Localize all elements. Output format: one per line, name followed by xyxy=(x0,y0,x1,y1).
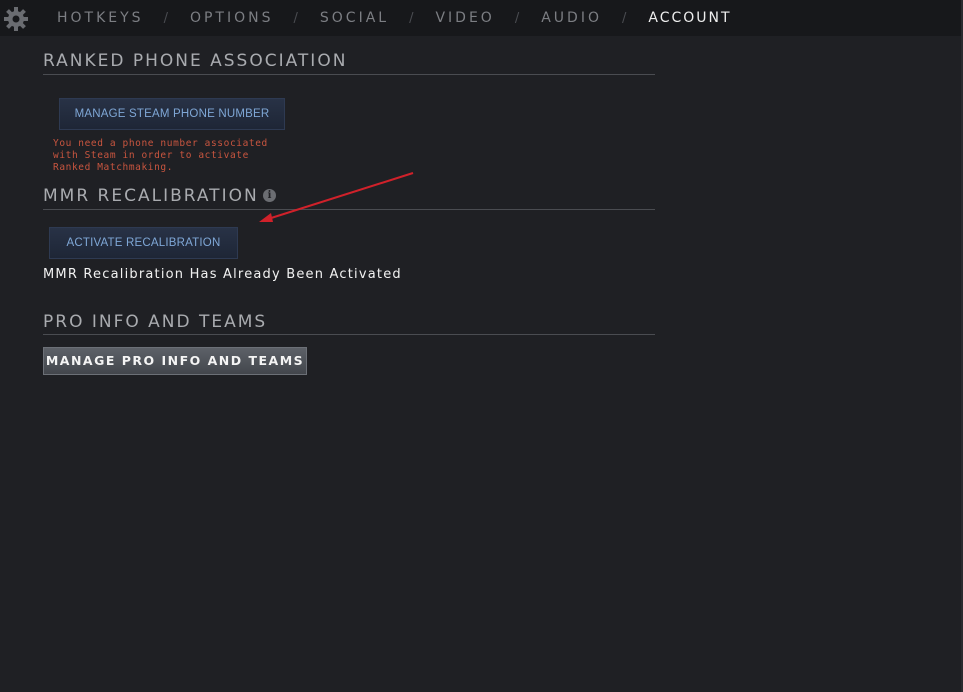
section-title-pro-info: PRO INFO AND TEAMS xyxy=(43,312,268,332)
tab-hotkeys[interactable]: HOTKEYS xyxy=(57,10,144,26)
settings-tab-bar: HOTKEYS / OPTIONS / SOCIAL / VIDEO / AUD… xyxy=(0,0,963,36)
tab-separator: / xyxy=(293,10,298,26)
tab-separator: / xyxy=(621,10,627,26)
tab-separator: / xyxy=(409,10,414,26)
warning-line: with Steam in order to activate xyxy=(53,150,249,161)
tab-social[interactable]: SOCIAL xyxy=(320,10,389,26)
info-icon[interactable]: i xyxy=(263,189,276,202)
phone-required-warning: You need a phone number associated with … xyxy=(53,138,303,174)
tab-separator: / xyxy=(514,10,520,26)
section-title-ranked-phone: RANKED PHONE ASSOCIATION xyxy=(43,51,348,71)
manage-steam-phone-number-button[interactable]: MANAGE STEAM PHONE NUMBER xyxy=(59,98,285,130)
tab-options[interactable]: OPTIONS xyxy=(190,10,274,26)
warning-line: You need a phone number associated xyxy=(53,138,268,149)
gear-icon[interactable] xyxy=(3,6,29,32)
settings-tabs: HOTKEYS / OPTIONS / SOCIAL / VIDEO / AUD… xyxy=(57,10,732,26)
section-divider xyxy=(43,74,655,75)
activate-recalibration-button[interactable]: ACTIVATE RECALIBRATION xyxy=(49,227,238,259)
recalibration-status: MMR Recalibration Has Already Been Activ… xyxy=(43,267,402,282)
tab-separator: / xyxy=(163,10,168,26)
warning-line: Ranked Matchmaking. xyxy=(53,162,174,173)
section-divider xyxy=(43,209,655,210)
tab-audio[interactable]: AUDIO xyxy=(541,10,602,26)
section-title-mmr-recalibration: MMR RECALIBRATION xyxy=(43,186,259,206)
manage-pro-info-button[interactable]: MANAGE PRO INFO AND TEAMS xyxy=(43,347,307,375)
section-divider xyxy=(43,334,655,335)
tab-account[interactable]: ACCOUNT xyxy=(648,10,731,26)
tab-video[interactable]: VIDEO xyxy=(435,10,494,26)
